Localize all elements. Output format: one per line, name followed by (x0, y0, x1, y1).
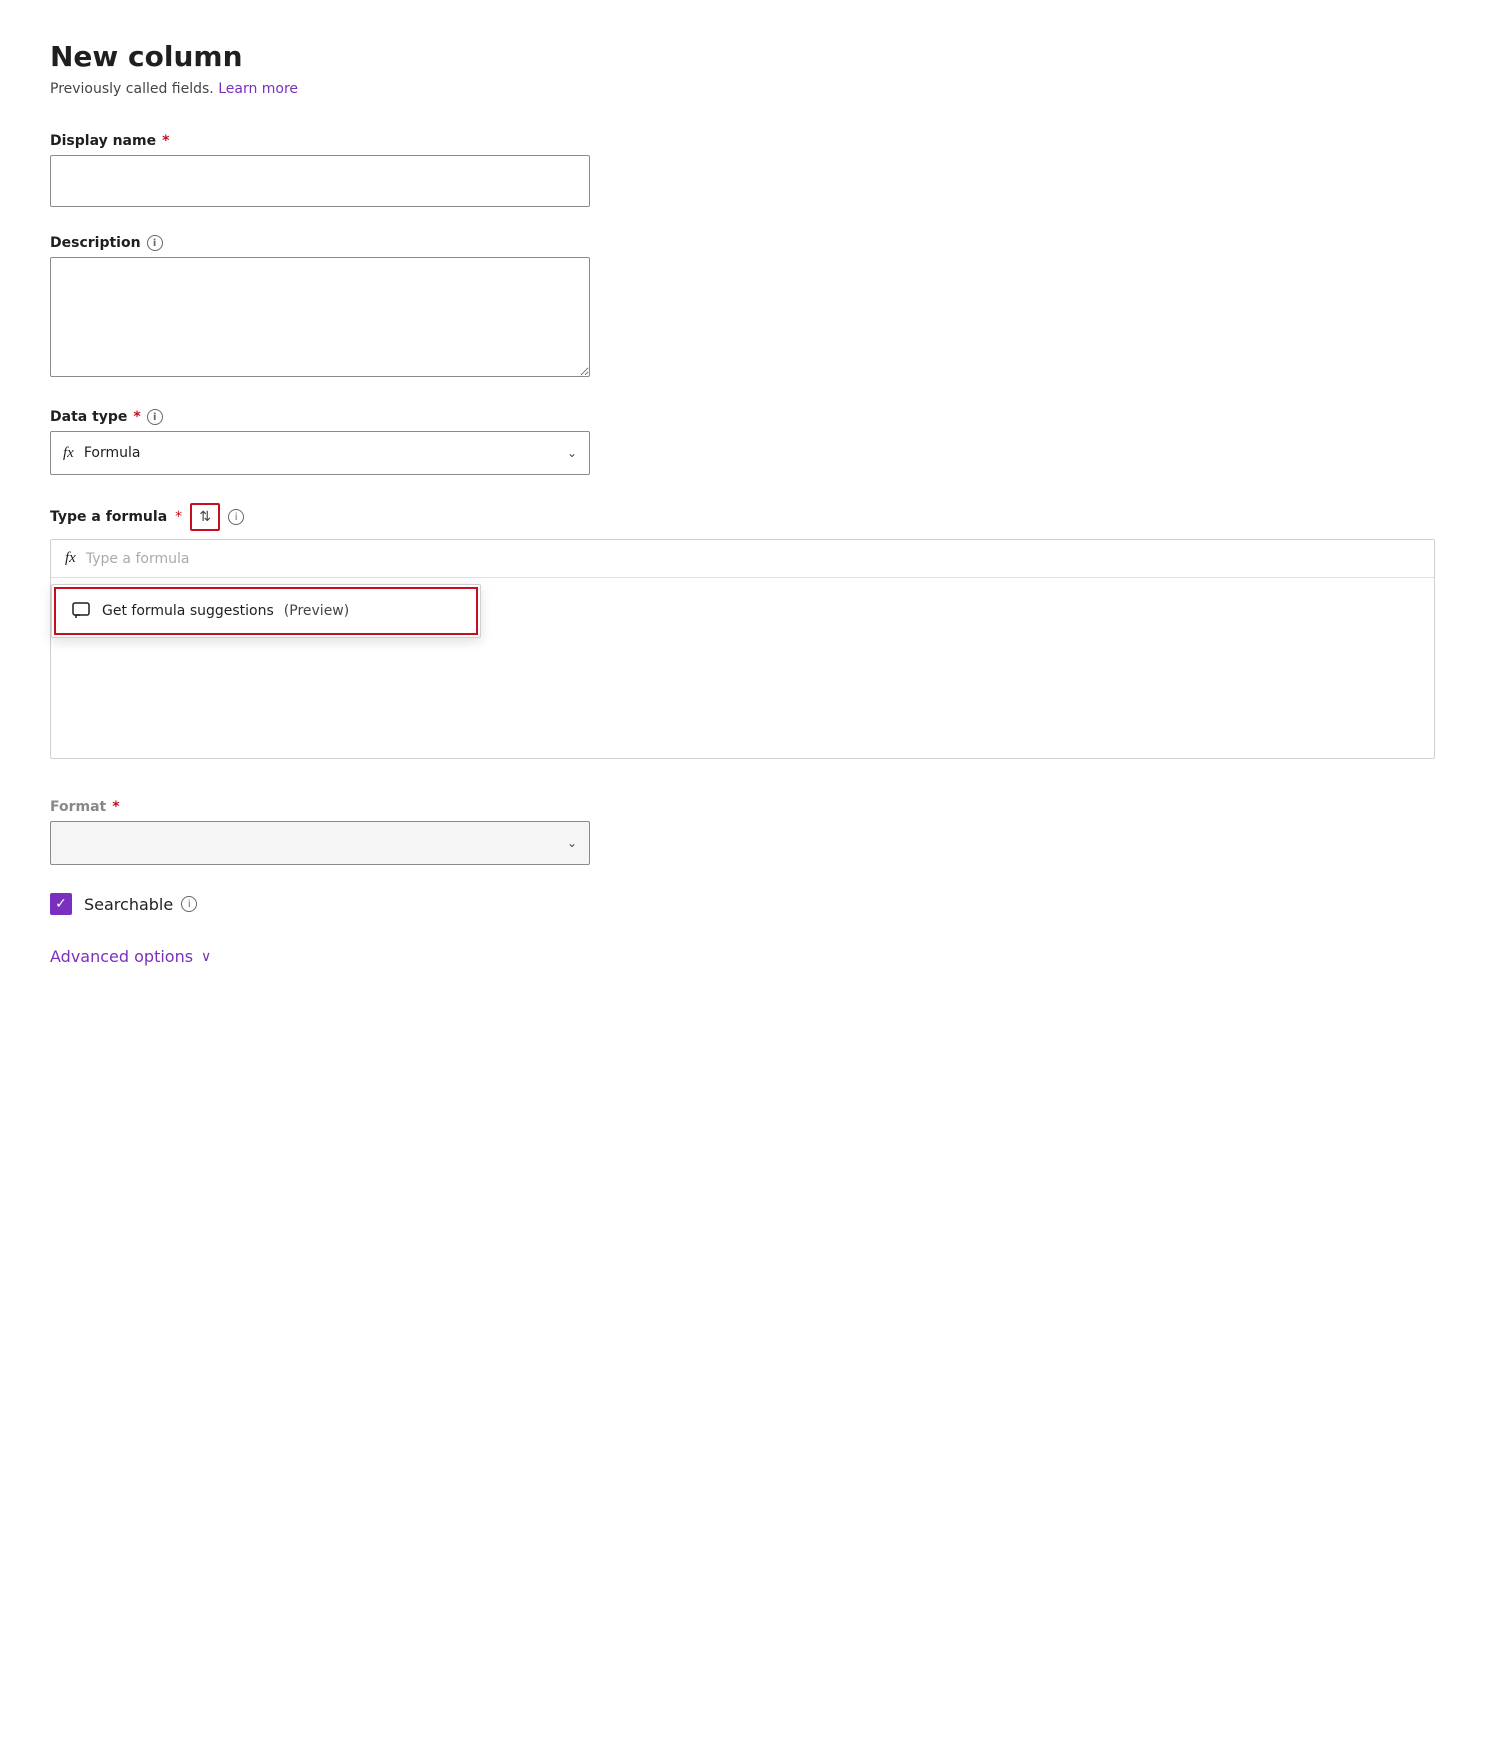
advanced-options-chevron-icon: ∨ (201, 949, 211, 965)
chat-bubble-icon (72, 601, 92, 621)
required-indicator: * (162, 133, 169, 149)
formula-placeholder: Type a formula (86, 551, 190, 567)
searchable-row: ✓ Searchable i (50, 893, 1435, 915)
suggestion-label: Get formula suggestions (102, 603, 274, 619)
formula-label-row: Type a formula * ⇅ i (50, 503, 1435, 531)
data-type-field: Data type * i fx Formula ⌄ (50, 409, 1435, 475)
format-chevron-icon: ⌄ (567, 836, 577, 850)
data-type-value: Formula (84, 445, 141, 461)
formula-box: fx Type a formula menu to create it with… (50, 539, 1435, 759)
data-type-select-wrapper: fx Formula ⌄ (50, 431, 590, 475)
searchable-info-icon[interactable]: i (181, 896, 197, 912)
format-field-group: Format * ⌄ (50, 799, 1435, 865)
suggestion-suffix: (Preview) (284, 603, 349, 619)
formula-top-bar: fx Type a formula (51, 540, 1434, 578)
page-title: New column (50, 40, 1435, 73)
format-required-indicator: * (112, 799, 119, 815)
required-indicator: * (133, 409, 140, 425)
formula-required-indicator: * (175, 509, 182, 525)
formula-fx-icon: fx (65, 550, 76, 567)
searchable-checkbox[interactable]: ✓ (50, 893, 72, 915)
format-select-wrapper: ⌄ (50, 821, 590, 865)
formula-wrapper: fx Type a formula menu to create it with… (50, 539, 1435, 759)
data-type-select[interactable]: fx Formula ⌄ (50, 431, 590, 475)
checkbox-checkmark: ✓ (55, 897, 67, 911)
subtitle: Previously called fields. Learn more (50, 81, 1435, 97)
formula-label: Type a formula (50, 509, 167, 525)
data-type-info-icon[interactable]: i (147, 409, 163, 425)
description-input[interactable] (50, 257, 590, 377)
data-type-label: Data type * i (50, 409, 1435, 425)
formula-expand-button[interactable]: ⇅ (190, 503, 220, 531)
display-name-field: Display name * (50, 133, 1435, 207)
description-field: Description i (50, 235, 1435, 381)
display-name-label: Display name * (50, 133, 1435, 149)
advanced-options-row[interactable]: Advanced options ∨ (50, 947, 1435, 966)
advanced-options-label: Advanced options (50, 947, 193, 966)
suggestion-dropdown: Get formula suggestions (Preview) (51, 584, 481, 638)
expand-icon: ⇅ (199, 509, 211, 525)
fx-icon: fx (63, 445, 74, 462)
data-type-chevron-icon: ⌄ (567, 446, 577, 460)
suggestion-item-get-formula[interactable]: Get formula suggestions (Preview) (54, 587, 478, 635)
searchable-label: Searchable i (84, 895, 197, 914)
formula-info-icon[interactable]: i (228, 509, 244, 525)
format-label: Format * (50, 799, 1435, 815)
description-label: Description i (50, 235, 1435, 251)
learn-more-link[interactable]: Learn more (218, 81, 298, 97)
formula-field-group: Type a formula * ⇅ i fx Type a formula m… (50, 503, 1435, 759)
format-select[interactable]: ⌄ (50, 821, 590, 865)
description-info-icon[interactable]: i (147, 235, 163, 251)
display-name-input[interactable] (50, 155, 590, 207)
